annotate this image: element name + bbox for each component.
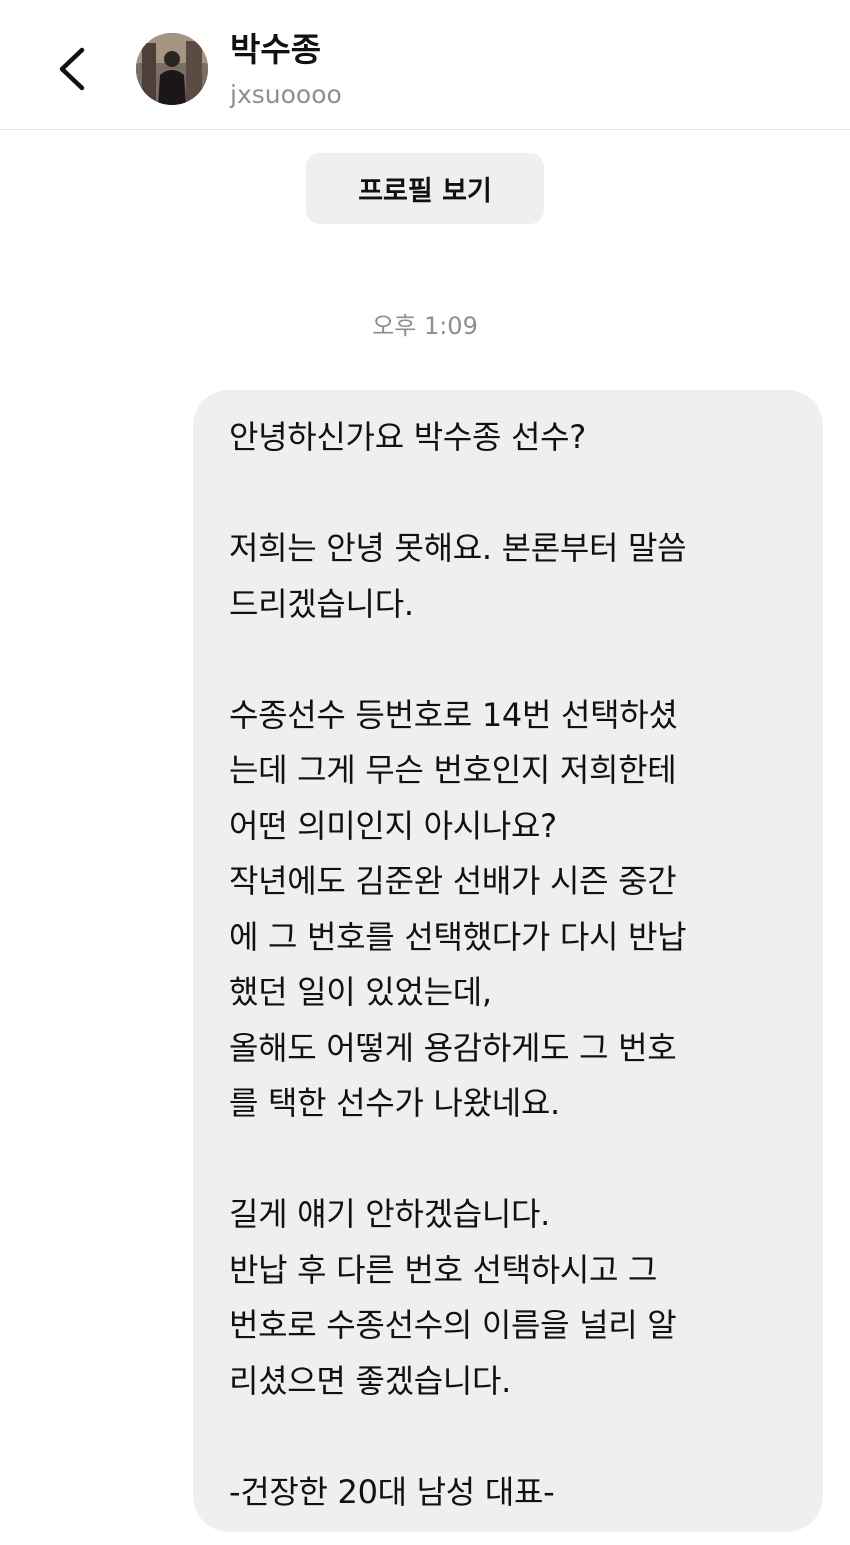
message-line: 어떤 의미인지 아시나요? [229,806,557,845]
message-line: 작년에도 김준완 선배가 시즌 중간 [229,862,677,900]
message-line: 를 택한 선수가 나왔네요. [229,1084,560,1122]
message-line [229,466,823,522]
message-timestamp: 오후 1:09 [372,312,478,340]
message-line: 리셨으면 좋겠습니다. [229,1361,512,1400]
message-line: 올해도 어떻게 용감하게도 그 번호 [229,1028,677,1067]
chevron-left-icon [59,47,85,91]
message-line: 에 그 번호를 선택했다가 다시 반납 [229,917,687,956]
back-button[interactable] [48,38,98,98]
message-bubble[interactable]: 안녕하신가요 박수종 선수? 저희는 안녕 못해요. 본론부터 말씀 드리겠습니… [193,390,823,1532]
chat-header: 박수종 jxsuoooo [0,0,850,130]
message-line: 번호로 수종선수의 이름을 널리 알 [229,1306,677,1344]
message-line: -건장한 20대 남성 대표- [229,1472,555,1511]
display-name[interactable]: 박수종 [230,30,321,70]
message-line: 저희는 안녕 못해요. 본론부터 말씀 [229,529,687,567]
message-line [229,632,823,688]
message-line: 반납 후 다른 번호 선택하시고 그 [229,1250,658,1289]
message-line: 드리겠습니다. [229,584,414,623]
message-line: 길게 얘기 안하겠습니다. [229,1195,551,1233]
avatar-image [136,33,208,105]
message-line: 는데 그게 무슨 번호인지 저희한테 [229,751,677,789]
avatar[interactable] [136,33,208,105]
message-line [229,1409,823,1465]
message-line: 했던 일이 있었는데, [229,973,492,1011]
view-profile-button[interactable]: 프로필 보기 [306,153,544,224]
message-line: 수종선수 등번호로 14번 선택하셨 [229,695,678,734]
message-line [229,1132,823,1188]
username: jxsuoooo [230,80,342,109]
message-line: 안녕하신가요 박수종 선수? [229,418,586,456]
